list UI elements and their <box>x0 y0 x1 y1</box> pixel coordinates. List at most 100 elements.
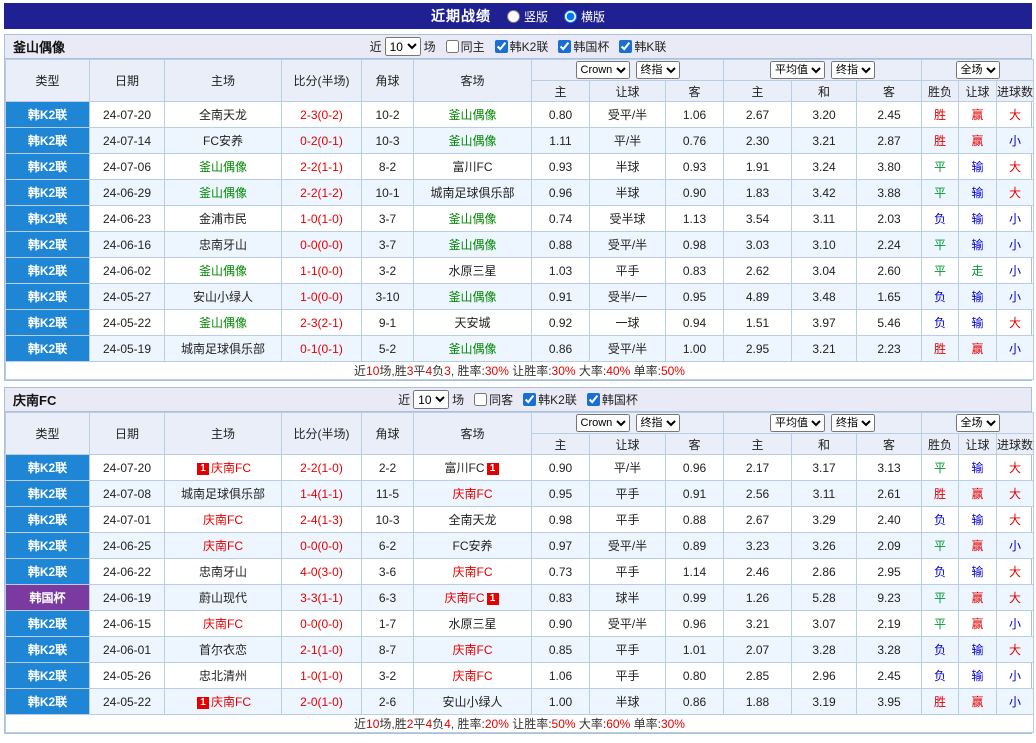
average-select[interactable]: 平均值 <box>770 414 825 432</box>
result-goals-cell: 小 <box>996 662 1035 689</box>
bookmaker-select[interactable]: Crown <box>575 414 630 432</box>
home-team-name[interactable]: 城南足球俱乐部 <box>181 342 265 356</box>
away-team-name[interactable]: 城南足球俱乐部 <box>430 186 514 200</box>
away-team-name[interactable]: 富川FC <box>453 160 493 174</box>
league-filter-checkbox-2-input[interactable] <box>586 393 600 406</box>
league-cell[interactable]: 韩K2联 <box>5 610 90 637</box>
average-select[interactable]: 平均值 <box>770 61 825 79</box>
away-team-name[interactable]: 庆南FC <box>453 565 493 579</box>
avg-stage-select[interactable]: 终指 <box>831 61 875 79</box>
league-cell[interactable]: 韩K2联 <box>5 127 90 154</box>
league-filter-checkbox-1-input[interactable] <box>494 40 508 53</box>
odds-stage-select[interactable]: 终指 <box>635 61 680 79</box>
league-cell[interactable]: 韩K2联 <box>5 558 90 585</box>
league-filter-checkbox-2[interactable]: 韩国杯 <box>586 391 638 408</box>
home-team-name[interactable]: 安山小绿人 <box>193 290 253 304</box>
avg-away-cell: 2.19 <box>855 610 923 637</box>
home-team-name[interactable]: 釜山偶像 <box>199 264 247 278</box>
layout-radio-vertical-input[interactable] <box>506 9 520 23</box>
away-team-name[interactable]: 水原三星 <box>448 617 496 631</box>
scope-select[interactable]: 全场 <box>955 414 1000 432</box>
league-cell[interactable]: 韩K2联 <box>5 335 90 362</box>
league-cell[interactable]: 韩K2联 <box>5 257 90 284</box>
avg-stage-select[interactable]: 终指 <box>831 414 875 432</box>
away-team-name[interactable]: FC安养 <box>453 539 493 553</box>
away-team-name[interactable]: 釜山偶像 <box>448 134 496 148</box>
home-team-name[interactable]: 庆南FC <box>211 461 251 475</box>
league-filter-checkbox-1[interactable]: 韩K2联 <box>494 38 548 55</box>
same-venue-checkbox-input[interactable] <box>474 393 488 406</box>
away-team-name[interactable]: 天安城 <box>454 316 490 330</box>
away-team-name[interactable]: 釜山偶像 <box>448 212 496 226</box>
bookmaker-select[interactable]: Crown <box>575 61 630 79</box>
league-cell[interactable]: 韩K2联 <box>5 101 90 128</box>
league-cell[interactable]: 韩K2联 <box>5 688 90 715</box>
layout-radio-vertical[interactable]: 竖版 <box>506 8 548 25</box>
avg-draw-cell: 3.24 <box>791 153 857 180</box>
away-team-name[interactable]: 庆南FC <box>453 487 493 501</box>
away-team-name[interactable]: 釜山偶像 <box>448 238 496 252</box>
league-cell[interactable]: 韩国杯 <box>5 584 90 611</box>
result-goals-cell: 小 <box>996 283 1035 310</box>
league-filter-checkbox-2-input[interactable] <box>558 40 572 53</box>
league-cell[interactable]: 韩K2联 <box>5 636 90 663</box>
home-team-name[interactable]: 首尔衣恋 <box>199 643 247 657</box>
league-cell[interactable]: 韩K2联 <box>5 454 90 481</box>
league-filter-checkbox-3[interactable]: 韩K联 <box>619 38 666 55</box>
home-team-name[interactable]: 庆南FC <box>203 539 243 553</box>
home-team-name[interactable]: 城南足球俱乐部 <box>181 487 265 501</box>
league-cell[interactable]: 韩K2联 <box>5 153 90 180</box>
summary-row: 近10场,胜3平4负3, 胜率:30% 让胜率:30% 大率:40% 单率:50… <box>4 361 1035 380</box>
away-team-name[interactable]: 安山小绿人 <box>442 695 502 709</box>
same-venue-checkbox[interactable]: 同客 <box>474 391 513 408</box>
away-team-name[interactable]: 庆南FC <box>453 643 493 657</box>
home-team-name[interactable]: 庆南FC <box>203 617 243 631</box>
match-count-select[interactable]: 10 <box>413 390 450 409</box>
result-goals-cell: 大 <box>996 506 1035 533</box>
layout-radio-horizontal-input[interactable] <box>564 9 577 23</box>
home-team-name[interactable]: 全南天龙 <box>199 108 247 122</box>
league-filter-checkbox-2[interactable]: 韩国杯 <box>558 38 609 55</box>
section-team-name: 釜山偶像 <box>13 40 66 55</box>
league-cell[interactable]: 韩K2联 <box>5 283 90 310</box>
away-team-name[interactable]: 釜山偶像 <box>448 290 496 304</box>
away-team-name[interactable]: 庆南FC <box>453 669 493 683</box>
scope-select[interactable]: 全场 <box>955 61 1000 79</box>
home-team-name[interactable]: 庆南FC <box>203 513 243 527</box>
layout-radio-horizontal[interactable]: 横版 <box>564 8 605 25</box>
home-team-name[interactable]: 釜山偶像 <box>199 316 247 330</box>
league-cell[interactable]: 韩K2联 <box>5 662 90 689</box>
result-outcome-cell: 负 <box>921 662 960 689</box>
home-team-name[interactable]: 忠南牙山 <box>199 565 247 579</box>
league-cell[interactable]: 韩K2联 <box>5 506 90 533</box>
same-venue-checkbox-input[interactable] <box>445 40 459 53</box>
league-filter-checkbox-3-input[interactable] <box>619 40 633 53</box>
home-team-name[interactable]: 蔚山现代 <box>199 591 247 605</box>
league-cell[interactable]: 韩K2联 <box>5 309 90 336</box>
league-filter-checkbox-1-input[interactable] <box>523 393 537 406</box>
match-count-select[interactable]: 10 <box>384 37 421 56</box>
league-cell[interactable]: 韩K2联 <box>5 532 90 559</box>
same-venue-checkbox[interactable]: 同主 <box>445 38 485 55</box>
away-team-name[interactable]: 釜山偶像 <box>448 342 496 356</box>
home-team-name[interactable]: 金浦市民 <box>199 212 247 226</box>
home-team-name[interactable]: 釜山偶像 <box>199 160 247 174</box>
home-team-name[interactable]: 釜山偶像 <box>199 186 247 200</box>
away-team-name[interactable]: 全南天龙 <box>448 513 496 527</box>
away-team-name[interactable]: 富川FC <box>445 461 485 475</box>
result-outcome-cell: 平 <box>921 231 960 258</box>
home-team-name[interactable]: 庆南FC <box>211 695 251 709</box>
home-team-name[interactable]: 忠南牙山 <box>199 238 247 252</box>
league-cell[interactable]: 韩K2联 <box>5 179 90 206</box>
odds-stage-select[interactable]: 终指 <box>635 414 680 432</box>
odds-handicap-cell: 平手 <box>589 506 666 533</box>
league-cell[interactable]: 韩K2联 <box>5 480 90 507</box>
league-cell[interactable]: 韩K2联 <box>5 205 90 232</box>
home-team-name[interactable]: 忠北清州 <box>199 669 247 683</box>
league-filter-checkbox-1[interactable]: 韩K2联 <box>523 391 577 408</box>
league-cell[interactable]: 韩K2联 <box>5 231 90 258</box>
away-team-name[interactable]: 庆南FC <box>445 591 485 605</box>
away-team-name[interactable]: 水原三星 <box>448 264 496 278</box>
away-team-name[interactable]: 釜山偶像 <box>448 108 496 122</box>
home-team-name[interactable]: FC安养 <box>203 134 243 148</box>
